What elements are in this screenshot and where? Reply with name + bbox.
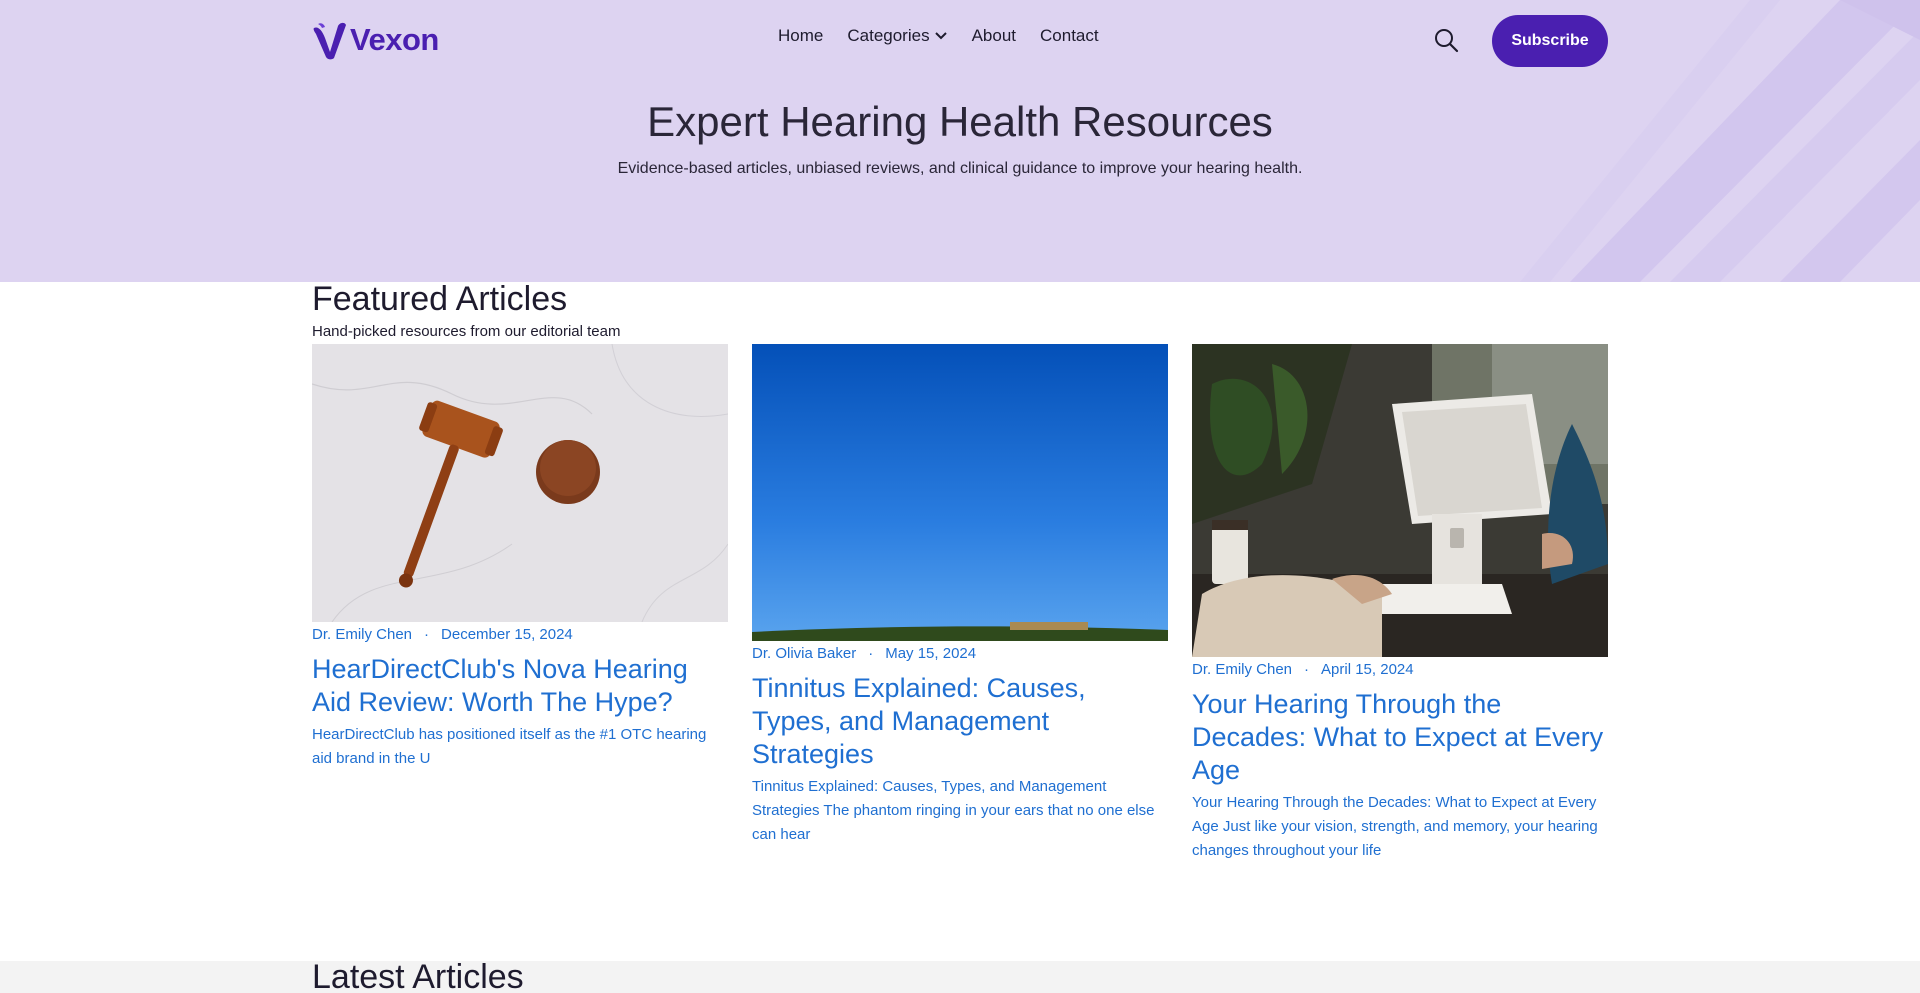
article-image-gavel[interactable]: [312, 344, 728, 622]
article-title[interactable]: HearDirectClub's Nova Hearing Aid Review…: [312, 653, 728, 719]
hero-subtitle: Evidence-based articles, unbiased review…: [617, 160, 1303, 177]
nav-categories[interactable]: Categories: [847, 26, 947, 46]
main-menu: Home Categories About Contact: [778, 26, 1123, 46]
article-date: May 15, 2024: [885, 645, 977, 662]
hero-title: Expert Hearing Health Resources: [647, 98, 1273, 145]
nav-categories-label: Categories: [847, 26, 930, 45]
article-meta: Dr. Emily Chen · December 15, 2024: [312, 626, 728, 643]
article-title[interactable]: Tinnitus Explained: Causes, Types, and M…: [752, 672, 1168, 771]
nav-contact[interactable]: Contact: [1040, 26, 1099, 46]
search-icon[interactable]: [1433, 27, 1459, 53]
article-excerpt: HearDirectClub has positioned itself as …: [312, 726, 707, 767]
meta-separator: ·: [424, 626, 430, 643]
subscribe-button[interactable]: Subscribe: [1492, 15, 1608, 67]
article-meta: Dr. Emily Chen · April 15, 2024: [1192, 661, 1608, 678]
article-date: April 15, 2024: [1321, 661, 1414, 678]
meta-separator: ·: [868, 645, 874, 662]
latest-section-background: [0, 961, 1920, 993]
featured-title: Featured Articles: [312, 280, 568, 318]
article-image-terminal[interactable]: [1192, 344, 1608, 657]
logo-text: Vexon: [350, 22, 439, 57]
article-author[interactable]: Dr. Emily Chen: [312, 626, 412, 643]
article-author[interactable]: Dr. Emily Chen: [1192, 661, 1292, 678]
chevron-down-icon: [934, 32, 947, 40]
article-meta: Dr. Olivia Baker · May 15, 2024: [752, 645, 1168, 662]
article-card: Dr. Olivia Baker · May 15, 2024 Tinnitus…: [752, 344, 1168, 847]
article-author[interactable]: Dr. Olivia Baker: [752, 645, 856, 662]
article-excerpt: Tinnitus Explained: Causes, Types, and M…: [752, 778, 1155, 843]
logo[interactable]: Vexon: [312, 20, 439, 60]
article-card: Dr. Emily Chen · December 15, 2024 HearD…: [312, 344, 728, 771]
article-card: Dr. Emily Chen · April 15, 2024 Your Hea…: [1192, 344, 1608, 863]
featured-subtitle: Hand-picked resources from our editorial…: [312, 323, 621, 340]
article-excerpt: Your Hearing Through the Decades: What t…: [1192, 794, 1598, 859]
logo-mark-icon: [313, 22, 346, 60]
hero-section: Vexon Home Categories About Contact Subs…: [0, 0, 1920, 282]
nav-about[interactable]: About: [972, 26, 1016, 46]
article-title[interactable]: Your Hearing Through the Decades: What t…: [1192, 688, 1608, 787]
site-header: Vexon Home Categories About Contact Subs…: [312, 14, 1608, 68]
meta-separator: ·: [1304, 661, 1310, 678]
latest-title: Latest Articles: [312, 958, 524, 993]
article-image-sky[interactable]: [752, 344, 1168, 641]
article-date: December 15, 2024: [441, 626, 573, 643]
nav-home[interactable]: Home: [778, 26, 823, 46]
